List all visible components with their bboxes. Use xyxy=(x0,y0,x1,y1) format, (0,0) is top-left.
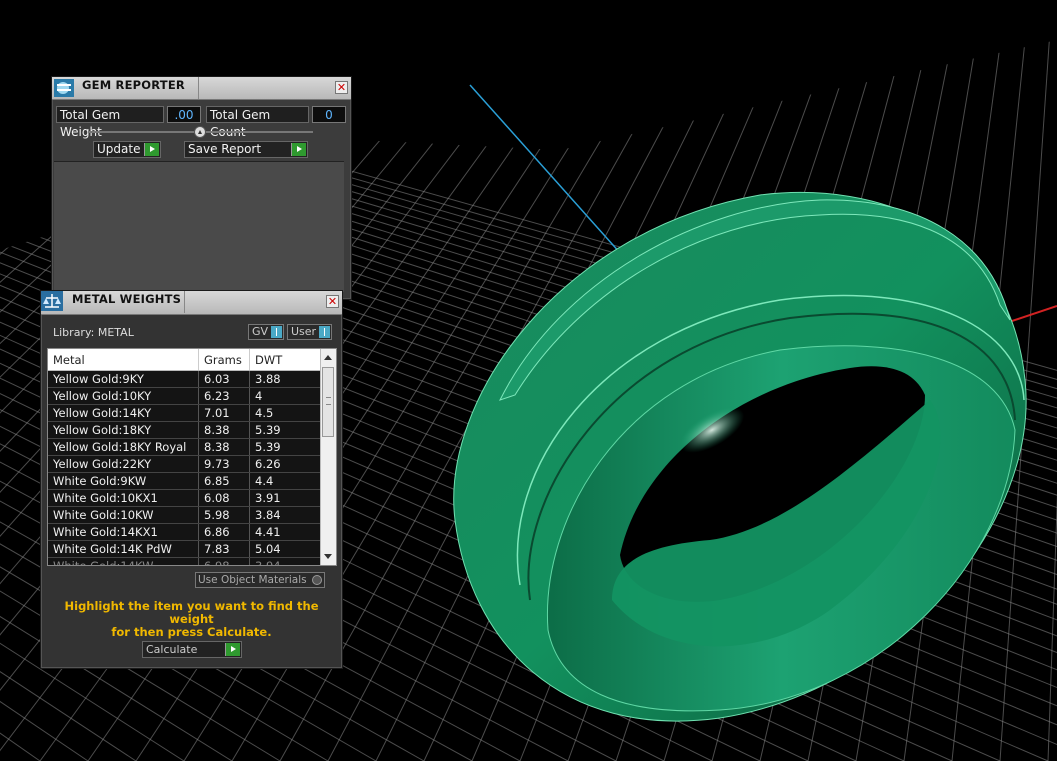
table-row[interactable]: Yellow Gold:18KY Royal 8.38 5.39 xyxy=(48,438,324,456)
table-row[interactable]: White Gold:14KX1 6.86 4.41 xyxy=(48,523,324,541)
update-button[interactable]: Update xyxy=(93,141,161,158)
gv-toggle[interactable]: GV xyxy=(248,324,284,340)
play-arrow-icon xyxy=(291,143,306,156)
gem-reporter-close-button[interactable]: ✕ xyxy=(335,81,348,94)
user-toggle[interactable]: User xyxy=(287,324,332,340)
scroll-down-arrow-icon[interactable] xyxy=(324,554,332,559)
radio-icon xyxy=(312,575,322,585)
grams-cell: 6.23 xyxy=(198,387,250,405)
metal-cell: White Gold:14KW xyxy=(48,557,199,565)
metal-cell: Yellow Gold:22KY xyxy=(48,455,199,473)
metal-cell: White Gold:10KX1 xyxy=(48,489,199,507)
table-row[interactable]: White Gold:10KW 5.98 3.84 xyxy=(48,506,324,524)
dwt-cell: 4.5 xyxy=(249,404,321,422)
play-arrow-icon xyxy=(144,143,159,156)
update-button-label: Update xyxy=(97,142,141,156)
gem-reporter-logo-icon xyxy=(54,79,74,97)
ring-model[interactable] xyxy=(453,192,1027,722)
gem-reporter-title: GEM REPORTER xyxy=(82,78,185,92)
dwt-cell: 3.84 xyxy=(249,506,321,524)
scroll-up-arrow-icon[interactable] xyxy=(324,355,332,360)
table-row[interactable]: White Gold:9KW 6.85 4.4 xyxy=(48,472,324,490)
total-gem-weight-value: .00 xyxy=(167,106,201,123)
dwt-cell: 3.94 xyxy=(249,557,321,565)
grams-cell: 9.73 xyxy=(198,455,250,473)
save-report-button[interactable]: Save Report xyxy=(184,141,308,158)
dwt-cell: 4 xyxy=(249,387,321,405)
gem-slider-handle[interactable] xyxy=(194,126,206,138)
scrollbar-thumb[interactable] xyxy=(322,367,334,437)
grams-cell: 6.85 xyxy=(198,472,250,490)
scale-icon xyxy=(41,291,63,311)
grams-cell: 8.38 xyxy=(198,421,250,439)
grams-cell: 7.83 xyxy=(198,540,250,558)
dwt-cell: 5.04 xyxy=(249,540,321,558)
grams-cell: 8.38 xyxy=(198,438,250,456)
calculate-button[interactable]: Calculate xyxy=(142,641,242,658)
column-header-grams[interactable]: Grams xyxy=(198,349,250,371)
title-tab-divider xyxy=(198,77,199,99)
table-row[interactable]: White Gold:14K PdW 7.83 5.04 xyxy=(48,540,324,558)
table-row[interactable]: Yellow Gold:10KY 6.23 4 xyxy=(48,387,324,405)
table-row[interactable]: White Gold:14KW 6.98 3.94 xyxy=(48,557,324,565)
library-label: Library: METAL xyxy=(53,326,134,339)
metal-cell: Yellow Gold:18KY xyxy=(48,421,199,439)
instruction-line-1: Highlight the item you want to find the … xyxy=(64,599,319,626)
title-tab-divider xyxy=(184,291,185,313)
table-row[interactable]: Yellow Gold:22KY 9.73 6.26 xyxy=(48,455,324,473)
instruction-text: Highlight the item you want to find the … xyxy=(41,600,342,639)
play-arrow-icon xyxy=(225,643,240,656)
metal-weights-title: METAL WEIGHTS xyxy=(72,292,182,306)
metal-cell: White Gold:10KW xyxy=(48,506,199,524)
save-report-button-label: Save Report xyxy=(188,142,262,156)
user-toggle-label: User xyxy=(291,325,317,338)
gem-reporter-titlebar[interactable]: GEM REPORTER ✕ xyxy=(52,77,351,100)
metal-weights-close-button[interactable]: ✕ xyxy=(326,295,339,308)
metal-cell: Yellow Gold:10KY xyxy=(48,387,199,405)
metal-cell: Yellow Gold:14KY xyxy=(48,404,199,422)
grams-cell: 7.01 xyxy=(198,404,250,422)
gem-reporter-panel: GEM REPORTER ✕ Total Gem Weight .00 Tota… xyxy=(51,76,352,300)
calculate-button-label: Calculate xyxy=(146,643,198,656)
table-row[interactable]: White Gold:10KX1 6.08 3.91 xyxy=(48,489,324,507)
total-gem-count-value: 0 xyxy=(312,106,346,123)
gem-report-area xyxy=(54,161,344,292)
grams-cell: 6.03 xyxy=(198,370,250,388)
grams-cell: 6.08 xyxy=(198,489,250,507)
use-object-materials-label: Use Object Materials xyxy=(198,574,307,586)
grid-line xyxy=(1047,494,1057,761)
metal-cell: Yellow Gold:9KY xyxy=(48,370,199,388)
grams-cell: 5.98 xyxy=(198,506,250,524)
column-header-dwt[interactable]: DWT xyxy=(249,349,321,371)
metal-table-scrollbar[interactable] xyxy=(320,349,336,565)
dwt-cell: 4.41 xyxy=(249,523,321,541)
table-row[interactable]: Yellow Gold:14KY 7.01 4.5 xyxy=(48,404,324,422)
dwt-cell: 6.26 xyxy=(249,455,321,473)
metal-table-body: Yellow Gold:9KY 6.03 3.88 Yellow Gold:10KY 6… xyxy=(48,370,324,565)
metal-table: Metal Grams DWT Yellow Gold:9KY 6.03 3.88 Y… xyxy=(47,348,337,566)
toggle-indicator-icon xyxy=(271,326,282,338)
metal-cell: White Gold:9KW xyxy=(48,472,199,490)
metal-cell: White Gold:14KX1 xyxy=(48,523,199,541)
total-gem-weight-label: Total Gem Weight xyxy=(56,106,164,139)
total-gem-count-label: Total Gem Count xyxy=(206,106,309,139)
table-row[interactable]: Yellow Gold:18KY 8.38 5.39 xyxy=(48,421,324,439)
instruction-line-2: for then press Calculate. xyxy=(111,625,272,639)
use-object-materials-toggle[interactable]: Use Object Materials xyxy=(195,572,325,588)
table-row[interactable]: Yellow Gold:9KY 6.03 3.88 xyxy=(48,370,324,388)
column-header-metal[interactable]: Metal xyxy=(48,349,199,371)
metal-cell: Yellow Gold:18KY Royal xyxy=(48,438,199,456)
metal-weights-panel: METAL WEIGHTS ✕ Library: METAL GV User M… xyxy=(40,290,343,669)
dwt-cell: 4.4 xyxy=(249,472,321,490)
grams-cell: 6.86 xyxy=(198,523,250,541)
dwt-cell: 5.39 xyxy=(249,438,321,456)
dwt-cell: 5.39 xyxy=(249,421,321,439)
dwt-cell: 3.88 xyxy=(249,370,321,388)
grams-cell: 6.98 xyxy=(198,557,250,565)
metal-weights-titlebar[interactable]: METAL WEIGHTS ✕ xyxy=(41,291,342,315)
dwt-cell: 3.91 xyxy=(249,489,321,507)
metal-cell: White Gold:14K PdW xyxy=(48,540,199,558)
gv-toggle-label: GV xyxy=(252,325,269,338)
toggle-indicator-icon xyxy=(319,326,330,338)
